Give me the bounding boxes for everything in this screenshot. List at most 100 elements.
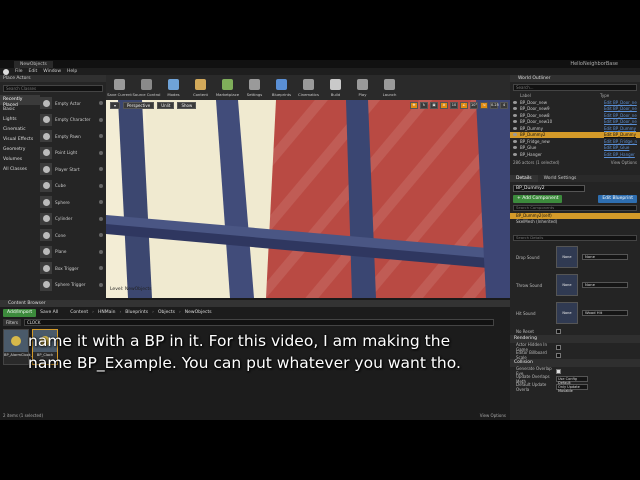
visibility-eye-icon[interactable] — [513, 139, 517, 143]
info-icon[interactable] — [99, 200, 103, 205]
edit-blueprint-link[interactable]: Edit BP_Glue — [604, 145, 629, 150]
toolbar-button-blueprints[interactable]: Blueprints — [268, 75, 295, 100]
menu-file[interactable]: File — [15, 69, 23, 74]
update-overlaps-dropdown[interactable]: Use Config Default — [556, 376, 588, 385]
visibility-eye-icon[interactable] — [513, 120, 517, 124]
label-column-header[interactable]: Label — [520, 93, 600, 99]
billboard-scale-checkbox[interactable] — [556, 352, 561, 358]
outliner-search-input[interactable]: Search... — [513, 84, 637, 91]
category-geometry[interactable]: Geometry — [0, 145, 40, 155]
toolbar-button-build[interactable]: Build — [322, 75, 349, 100]
breadcrumb-item[interactable]: Blueprints — [125, 310, 148, 315]
visibility-eye-icon[interactable] — [513, 100, 517, 104]
info-icon[interactable] — [99, 216, 103, 221]
visibility-eye-icon[interactable] — [513, 146, 517, 150]
breadcrumb-item[interactable]: NewObjects — [185, 310, 212, 315]
viewport-menu-button[interactable]: ▾ — [110, 102, 121, 109]
category-lights[interactable]: Lights — [0, 115, 40, 125]
level-tab[interactable]: NewObjects — [14, 60, 53, 68]
default-update-dropdown[interactable]: Only Update Movable — [556, 384, 588, 393]
category-cinematic[interactable]: Cinematic — [0, 125, 40, 135]
scale-snap-icon[interactable]: ⇲ — [480, 102, 488, 109]
hit-sound-thumbnail[interactable]: None — [556, 302, 578, 324]
visibility-eye-icon[interactable] — [513, 152, 517, 156]
place-item[interactable]: Cone — [40, 227, 106, 244]
info-icon[interactable] — [99, 233, 103, 238]
actor-hidden-checkbox[interactable] — [556, 344, 561, 350]
asset-tile[interactable]: BP_AlarmClock_new — [3, 329, 40, 365]
info-icon[interactable] — [99, 183, 103, 188]
outliner-row[interactable]: BP_Door_new Edit BP_Door_ne — [510, 99, 640, 106]
toolbar-button-launch[interactable]: Launch — [376, 75, 403, 100]
place-item[interactable]: Plane — [40, 244, 106, 261]
breadcrumb-item[interactable]: Content — [70, 310, 88, 315]
content-view-options[interactable]: View Options — [480, 413, 506, 418]
search-components-input[interactable]: Search Components — [513, 205, 637, 211]
outliner-row[interactable]: BP_Door_new10 Edit BP_Door_ne — [510, 119, 640, 126]
place-item[interactable]: Empty Pawn — [40, 128, 106, 145]
outliner-row[interactable]: BP_Hanger Edit BP_Hanger — [510, 151, 640, 158]
translate-icon[interactable]: ✥ — [410, 102, 418, 109]
visibility-eye-icon[interactable] — [513, 133, 517, 137]
toolbar-button-save-current[interactable]: Save Current — [106, 75, 133, 100]
scale-snap-value[interactable]: 0.25 — [490, 102, 499, 109]
edit-blueprint-link[interactable]: Edit BP_Door_ne — [604, 106, 637, 111]
toolbar-button-cinematics[interactable]: Cinematics — [295, 75, 322, 100]
info-icon[interactable] — [99, 282, 103, 287]
view-mode-button[interactable]: Unlit — [157, 102, 175, 109]
edit-blueprint-link[interactable]: Edit BP_Dummy — [604, 132, 636, 137]
edit-blueprint-link[interactable]: Edit BP_Hanger — [604, 152, 635, 157]
search-details-input[interactable]: Search Details — [513, 235, 637, 241]
throw-sound-thumbnail[interactable]: None — [556, 274, 578, 296]
place-item[interactable]: Point Light — [40, 145, 106, 162]
place-item[interactable]: Sphere Trigger — [40, 277, 106, 294]
asset-search-input[interactable]: CLOCK — [24, 318, 494, 326]
rotation-snap-icon[interactable]: ∠ — [460, 102, 468, 109]
place-item[interactable]: Cube — [40, 178, 106, 195]
category-recently-placed[interactable]: Recently Placed — [0, 95, 40, 108]
place-item[interactable]: Box Trigger — [40, 260, 106, 277]
category-volumes[interactable]: Volumes — [0, 155, 40, 165]
drop-sound-dropdown[interactable]: None — [582, 254, 628, 260]
place-item[interactable]: Empty Actor — [40, 95, 106, 112]
no-reset-checkbox[interactable] — [556, 328, 561, 334]
info-icon[interactable] — [99, 117, 103, 122]
camera-speed-value[interactable]: 4 — [500, 102, 508, 109]
visibility-eye-icon[interactable] — [513, 113, 517, 117]
outliner-row[interactable]: BP_Door_new8 Edit BP_Door_ne — [510, 112, 640, 119]
toolbar-button-play[interactable]: Play — [349, 75, 376, 100]
drop-sound-thumbnail[interactable]: None — [556, 246, 578, 268]
outliner-row[interactable]: BP_Door_new9 Edit BP_Door_ne — [510, 106, 640, 113]
actor-name-field[interactable]: BP_Dummy2 — [513, 185, 585, 192]
perspective-button[interactable]: Perspective — [123, 102, 155, 109]
edit-blueprint-link[interactable]: Edit BP_Fridge_n — [604, 139, 637, 144]
place-item[interactable]: Sphere — [40, 194, 106, 211]
category-all-classes[interactable]: All Classes — [0, 165, 40, 175]
type-column-header[interactable]: Type — [600, 93, 609, 99]
save-all-button[interactable]: Save All — [40, 310, 58, 315]
tab-world-settings[interactable]: World Settings — [538, 175, 583, 182]
outliner-row[interactable]: BP_Glue Edit BP_Glue — [510, 145, 640, 152]
menu-edit[interactable]: Edit — [29, 69, 38, 74]
category-visual-effects[interactable]: Visual Effects — [0, 135, 40, 145]
add-component-button[interactable]: + Add Component — [513, 195, 563, 203]
toolbar-button-settings[interactable]: Settings — [241, 75, 268, 100]
toolbar-button-marketplace[interactable]: Marketplace — [214, 75, 241, 100]
grid-snap-value[interactable]: 10 — [450, 102, 458, 109]
visibility-eye-icon[interactable] — [513, 107, 517, 111]
info-icon[interactable] — [99, 167, 103, 172]
category-basic[interactable]: Basic — [0, 105, 40, 115]
outliner-row[interactable]: BP_Dummy Edit BP_Dummy — [510, 125, 640, 132]
info-icon[interactable] — [99, 266, 103, 271]
edit-blueprint-link[interactable]: Edit BP_Door_ne — [604, 100, 637, 105]
edit-blueprint-link[interactable]: Edit BP_Door_ne — [604, 113, 637, 118]
edit-blueprint-button[interactable]: Edit Blueprint — [598, 195, 637, 203]
edit-blueprint-link[interactable]: Edit BP_Door_ne — [604, 119, 637, 124]
component-skelmesh[interactable]: SkelMesh (Inherited) — [510, 219, 640, 225]
outliner-row[interactable]: BP_Fridge_new Edit BP_Fridge_n — [510, 138, 640, 145]
place-item[interactable]: Empty Character — [40, 112, 106, 129]
generate-overlap-checkbox[interactable] — [556, 368, 561, 374]
throw-sound-dropdown[interactable]: None — [582, 282, 628, 288]
toolbar-button-modes[interactable]: Modes — [160, 75, 187, 100]
search-classes-input[interactable]: Search Classes — [3, 85, 103, 92]
